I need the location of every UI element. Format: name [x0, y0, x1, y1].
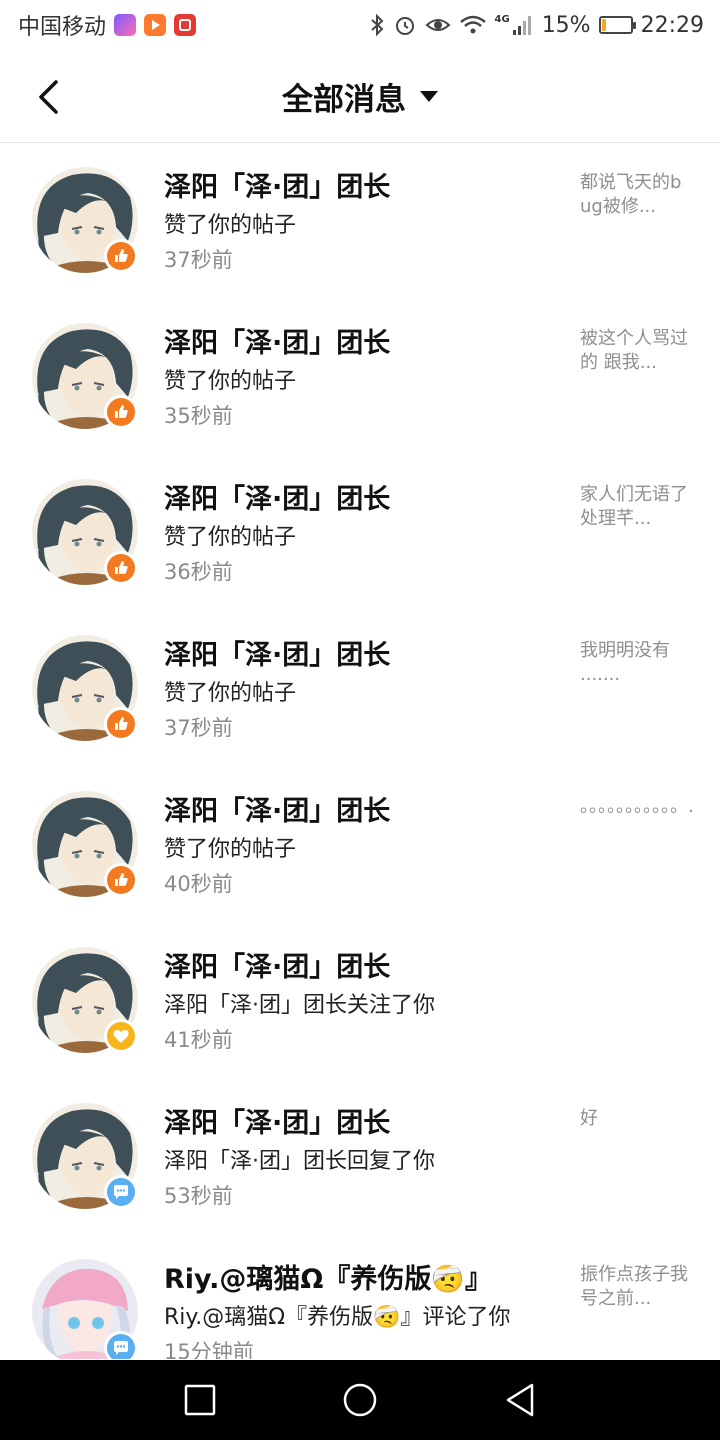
- post-preview[interactable]: 振作点孩子我号之前...: [580, 1263, 692, 1311]
- home-icon: [343, 1383, 377, 1417]
- alarm-icon: [395, 17, 414, 35]
- thumbs-up-icon: [104, 707, 138, 741]
- message-action: 赞了你的帖子: [164, 213, 297, 238]
- status-left: 中国移动: [18, 10, 197, 40]
- post-preview[interactable]: 好: [580, 1107, 692, 1131]
- play-app-icon: [144, 14, 167, 36]
- caret-down-icon: [420, 91, 438, 102]
- network-type: 4G: [494, 13, 510, 25]
- sender-name[interactable]: 泽阳「泽·团」团长: [164, 321, 390, 360]
- message-item[interactable]: 泽阳「泽·团」团长 赞了你的帖子 37秒前 都说飞天的bug被修...: [0, 143, 720, 299]
- back-icon: [506, 1383, 534, 1417]
- recent-apps-icon: [184, 1384, 216, 1416]
- message-time: 35秒前: [164, 404, 233, 428]
- message-time: 53秒前: [164, 1184, 233, 1208]
- video-app-icon: [114, 14, 137, 36]
- thumbs-up-icon: [104, 551, 138, 585]
- sender-name[interactable]: 泽阳「泽·团」团长: [164, 1101, 390, 1140]
- eye-icon: [425, 19, 451, 31]
- chat-bubble-icon: [104, 1331, 138, 1359]
- post-preview[interactable]: 都说飞天的bug被修...: [580, 171, 692, 219]
- home-button[interactable]: [340, 1380, 380, 1420]
- wifi-icon: [459, 15, 486, 34]
- battery-percent: 15%: [541, 12, 591, 38]
- message-action: 赞了你的帖子: [164, 369, 297, 394]
- message-time: 37秒前: [164, 248, 233, 272]
- message-time: 40秒前: [164, 872, 233, 896]
- message-action: 泽阳「泽·团」团长回复了你: [164, 1149, 435, 1174]
- nav-back-button[interactable]: [500, 1380, 540, 1420]
- message-action: 赞了你的帖子: [164, 525, 297, 550]
- post-preview[interactable]: 我明明没有 .......: [580, 639, 692, 687]
- signal-icon: [512, 16, 531, 35]
- top-bar: 全部消息: [0, 52, 720, 143]
- message-item[interactable]: 泽阳「泽·团」团长 泽阳「泽·团」团长回复了你 53秒前 好: [0, 1079, 720, 1235]
- message-item[interactable]: 泽阳「泽·团」团长 赞了你的帖子 35秒前 被这个人骂过的 跟我...: [0, 299, 720, 455]
- thumbs-up-icon: [104, 239, 138, 273]
- recent-apps-button[interactable]: [180, 1380, 220, 1420]
- sender-name[interactable]: 泽阳「泽·团」团长: [164, 633, 390, 672]
- battery-icon: [598, 16, 636, 34]
- sender-name[interactable]: 泽阳「泽·团」团长: [164, 477, 390, 516]
- bluetooth-icon: [370, 13, 383, 37]
- page-title: 全部消息: [282, 82, 406, 118]
- sender-name[interactable]: Riy.@璃猫Ω『养伤版🤕』: [164, 1257, 492, 1296]
- message-time: 41秒前: [164, 1028, 233, 1052]
- message-time: 37秒前: [164, 716, 233, 740]
- message-action: 泽阳「泽·团」团长关注了你: [164, 993, 435, 1018]
- shop-app-icon: [174, 14, 197, 36]
- message-item[interactable]: 泽阳「泽·团」团长 赞了你的帖子 36秒前 家人们无语了 处理芊...: [0, 455, 720, 611]
- sender-name[interactable]: 泽阳「泽·团」团长: [164, 165, 390, 204]
- thumbs-up-icon: [104, 395, 138, 429]
- chat-bubble-icon: [104, 1175, 138, 1209]
- sender-name[interactable]: 泽阳「泽·团」团长: [164, 945, 390, 984]
- message-item[interactable]: 泽阳「泽·团」团长 赞了你的帖子 40秒前 。。。。。。。。。。。...: [0, 767, 720, 923]
- message-action: 赞了你的帖子: [164, 837, 297, 862]
- navigation-bar: [0, 1360, 720, 1440]
- message-list[interactable]: 泽阳「泽·团」团长 赞了你的帖子 37秒前 都说飞天的bug被修... 泽阳「泽…: [0, 143, 720, 1359]
- post-preview[interactable]: 被这个人骂过的 跟我...: [580, 327, 692, 375]
- sender-name[interactable]: 泽阳「泽·团」团长: [164, 789, 390, 828]
- message-item[interactable]: 泽阳「泽·团」团长 泽阳「泽·团」团长关注了你 41秒前: [0, 923, 720, 1079]
- message-item[interactable]: Riy.@璃猫Ω『养伤版🤕』 Riy.@璃猫Ω『养伤版🤕』评论了你 15分钟前 …: [0, 1235, 720, 1359]
- status-bar: 中国移动 4G 15% 22:29: [0, 0, 720, 52]
- message-action: 赞了你的帖子: [164, 681, 297, 706]
- message-item[interactable]: 泽阳「泽·团」团长 赞了你的帖子 37秒前 我明明没有 .......: [0, 611, 720, 767]
- title-dropdown[interactable]: 全部消息: [0, 74, 720, 119]
- message-action: Riy.@璃猫Ω『养伤版🤕』评论了你: [164, 1305, 511, 1330]
- heart-icon: [104, 1019, 138, 1053]
- message-time: 15分钟前: [164, 1340, 254, 1359]
- message-time: 36秒前: [164, 560, 233, 584]
- carrier-name: 中国移动: [18, 15, 107, 40]
- thumbs-up-icon: [104, 863, 138, 897]
- clock: 22:29: [640, 12, 704, 38]
- post-preview[interactable]: 。。。。。。。。。。。...: [580, 795, 692, 819]
- post-preview[interactable]: 家人们无语了 处理芊...: [580, 483, 692, 531]
- status-right: 4G 15% 22:29: [369, 10, 704, 40]
